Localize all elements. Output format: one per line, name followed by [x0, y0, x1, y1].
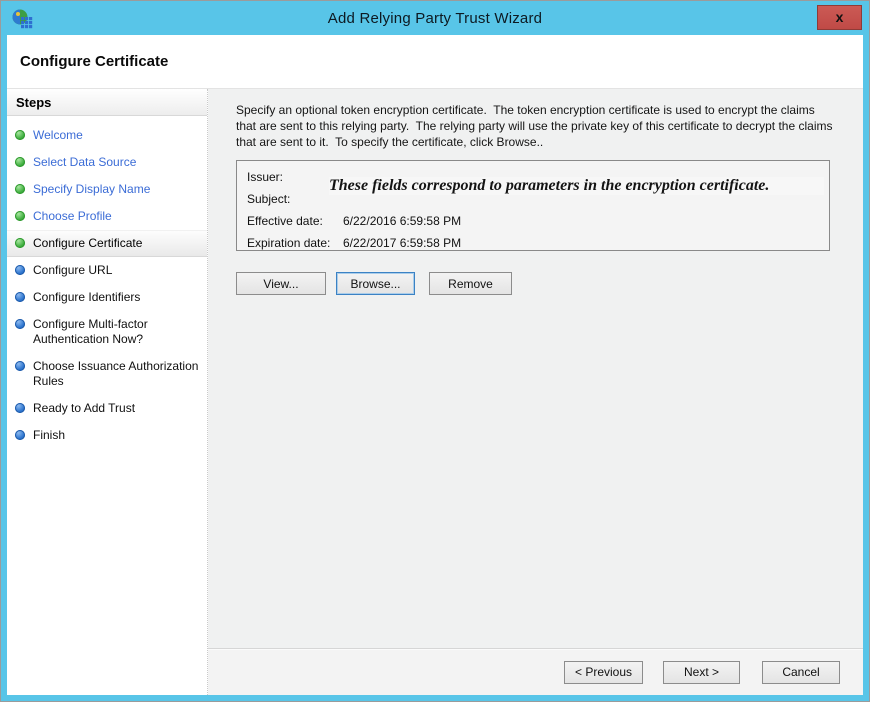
step-item-finish: Finish — [7, 422, 207, 449]
adfs-wizard-icon — [11, 8, 33, 30]
remove-button[interactable]: Remove — [429, 272, 512, 295]
blue-status-dot-icon — [15, 361, 25, 371]
certificate-field-value: 6/22/2016 6:59:58 PM — [343, 210, 819, 232]
blue-status-dot-icon — [15, 403, 25, 413]
dialog-body: Configure Certificate Steps Welcome Selec… — [7, 35, 863, 695]
step-item-specify-display-name[interactable]: Specify Display Name — [7, 176, 207, 203]
step-label: Finish — [33, 428, 65, 443]
step-item-configure-multi-factor-authentication-now: Configure Multi-factor Authentication No… — [7, 311, 207, 353]
certificate-field-value: 6/22/2017 6:59:58 PM — [343, 232, 819, 254]
step-label: Choose Issuance Authorization Rules — [33, 359, 201, 389]
step-label: Welcome — [33, 128, 83, 143]
green-status-dot-icon — [15, 157, 25, 167]
certificate-field-row: Expiration date:6/22/2017 6:59:58 PM — [247, 232, 819, 254]
view-button[interactable]: View... — [236, 272, 326, 295]
steps-sidebar: Steps Welcome Select Data Source Specify D… — [7, 89, 208, 695]
blue-status-dot-icon — [15, 265, 25, 275]
next-button[interactable]: Next > — [663, 661, 740, 684]
annotation-text: These fields correspond to parameters in… — [329, 177, 824, 195]
certificate-field-label: Expiration date: — [247, 232, 343, 254]
step-label: Select Data Source — [33, 155, 136, 170]
certificate-buttons: View... Browse... Remove — [236, 272, 843, 295]
step-label: Configure Multi-factor Authentication No… — [33, 317, 201, 347]
page-header: Configure Certificate — [7, 35, 863, 89]
page-description: Specify an optional token encryption cer… — [236, 102, 836, 150]
blue-status-dot-icon — [15, 319, 25, 329]
step-item-select-data-source[interactable]: Select Data Source — [7, 149, 207, 176]
green-status-dot-icon — [15, 130, 25, 140]
step-label: Specify Display Name — [33, 182, 150, 197]
green-status-dot-icon — [15, 184, 25, 194]
main-panel: Specify an optional token encryption cer… — [208, 89, 863, 695]
step-item-choose-issuance-authorization-rules: Choose Issuance Authorization Rules — [7, 353, 207, 395]
step-label: Configure URL — [33, 263, 112, 278]
steps-heading: Steps — [7, 89, 207, 116]
certificate-field-row: Effective date:6/22/2016 6:59:58 PM — [247, 210, 819, 232]
title-bar: Add Relying Party Trust Wizard x — [2, 2, 868, 35]
blue-status-dot-icon — [15, 430, 25, 440]
blue-status-dot-icon — [15, 292, 25, 302]
step-label: Configure Identifiers — [33, 290, 140, 305]
previous-button[interactable]: < Previous — [564, 661, 643, 684]
wizard-window: Add Relying Party Trust Wizard x Configu… — [0, 0, 870, 702]
content-area: Specify an optional token encryption cer… — [208, 89, 863, 648]
steps-list: Welcome Select Data Source Specify Display… — [7, 116, 207, 449]
step-item-choose-profile[interactable]: Choose Profile — [7, 203, 207, 230]
step-label: Configure Certificate — [33, 236, 142, 251]
step-item-configure-identifiers: Configure Identifiers — [7, 284, 207, 311]
green-status-dot-icon — [15, 238, 25, 248]
certificate-field-label: Effective date: — [247, 210, 343, 232]
step-label: Ready to Add Trust — [33, 401, 135, 416]
step-item-configure-certificate: Configure Certificate — [7, 230, 207, 257]
step-label: Choose Profile — [33, 209, 112, 224]
cancel-button[interactable]: Cancel — [762, 661, 840, 684]
step-item-ready-to-add-trust: Ready to Add Trust — [7, 395, 207, 422]
close-button[interactable]: x — [817, 5, 862, 30]
step-item-welcome[interactable]: Welcome — [7, 122, 207, 149]
window-title: Add Relying Party Trust Wizard — [328, 10, 542, 27]
green-status-dot-icon — [15, 211, 25, 221]
browse-button[interactable]: Browse... — [336, 272, 415, 295]
page-title: Configure Certificate — [20, 53, 168, 70]
wizard-footer: < Previous Next > Cancel — [208, 648, 863, 695]
certificate-details-box: Issuer:Subject:Effective date:6/22/2016 … — [236, 160, 830, 251]
step-item-configure-url: Configure URL — [7, 257, 207, 284]
